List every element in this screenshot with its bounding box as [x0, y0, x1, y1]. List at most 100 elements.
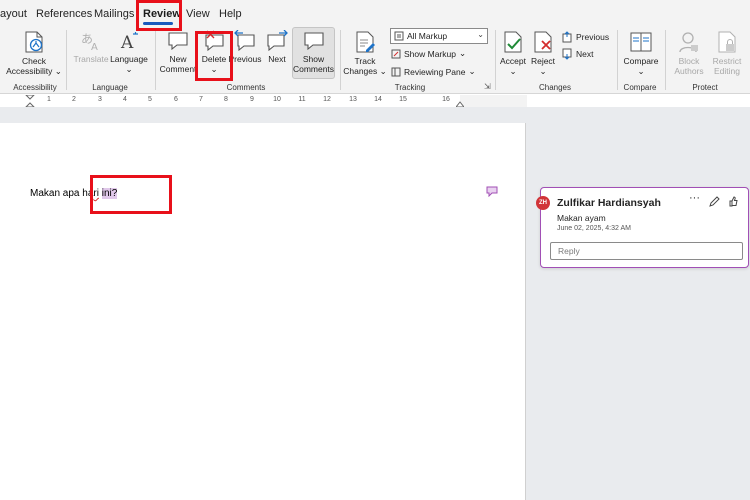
right-indent-marker-icon[interactable]: [456, 97, 464, 107]
language-label: Language: [110, 54, 148, 64]
ruler-number: 10: [273, 96, 281, 103]
tab-view[interactable]: View: [186, 8, 210, 20]
ruler-number: 2: [72, 96, 76, 103]
block-authors-label-2: Authors: [674, 66, 704, 76]
highlight-box-commented-text: [90, 175, 172, 214]
dialog-launcher-icon[interactable]: ⇲: [484, 82, 491, 91]
ruler-text-area: [0, 95, 460, 107]
comment-text: Makan ayam: [557, 213, 606, 223]
reviewing-pane-label: Reviewing Pane: [404, 66, 466, 77]
comment-author: Zulfikar Hardiansyah: [557, 197, 661, 209]
reject-icon: [534, 31, 552, 53]
translate-label: Translate: [73, 54, 109, 64]
highlight-box-review-tab: [136, 0, 182, 31]
document-text: Makan apa ha: [30, 188, 94, 199]
group-label-language: Language: [92, 83, 128, 92]
show-markup-button[interactable]: Show Markup ⌄: [391, 48, 466, 59]
tab-help[interactable]: Help: [219, 8, 242, 20]
group-label-accessibility: Accessibility: [13, 83, 57, 92]
reject-label: Reject: [530, 56, 556, 66]
ruler-number: 11: [298, 96, 306, 103]
tab-mailings[interactable]: Mailings: [94, 8, 134, 20]
ruler-number: 8: [224, 96, 228, 103]
previous-change-button[interactable]: Previous: [561, 31, 609, 43]
show-comments-label-2: Comments: [292, 64, 335, 74]
highlight-box-delete-button: [195, 31, 233, 81]
chevron-down-icon: ⌄: [539, 66, 547, 76]
language-button[interactable]: A Language ⌄: [109, 30, 149, 74]
compare-label: Compare: [623, 56, 659, 66]
block-authors-button[interactable]: Block Authors: [668, 30, 710, 76]
document-page[interactable]: [0, 123, 526, 500]
ruler-number: 14: [374, 96, 382, 103]
ruler-number: 4: [123, 96, 127, 103]
chevron-down-icon: ⌄: [379, 66, 387, 76]
track-changes-button[interactable]: Track Changes ⌄: [343, 30, 387, 76]
reply-input[interactable]: Reply: [550, 242, 743, 260]
new-comment-label-1: New: [169, 54, 187, 64]
group-label-protect: Protect: [692, 83, 718, 92]
indent-marker-icon[interactable]: [25, 95, 35, 107]
chevron-down-icon: ⌄: [637, 66, 645, 76]
ruler-number: 5: [148, 96, 152, 103]
group-divider: [66, 30, 67, 90]
chevron-down-icon: ⌄: [54, 66, 62, 76]
show-comments-content: Show Comments: [292, 30, 335, 74]
chevron-down-icon: ⌄: [468, 66, 476, 76]
check-label-2: Accessibility: [6, 66, 53, 76]
like-icon[interactable]: [728, 196, 739, 207]
reviewing-pane-button[interactable]: Reviewing Pane ⌄: [391, 66, 476, 77]
group-label-compare: Compare: [623, 83, 657, 92]
comment-card[interactable]: ZH Zulfikar Hardiansyah ··· Makan ayam J…: [536, 187, 749, 268]
reviewing-pane-icon: [391, 67, 401, 76]
new-comment-label-2: Comment: [159, 64, 197, 74]
next-label: Next: [268, 54, 286, 64]
next-change-icon: [562, 48, 572, 60]
next-comment-icon: [267, 30, 288, 52]
previous-change-label: Previous: [576, 32, 610, 42]
ruler-number: 3: [98, 96, 102, 103]
next-change-label: Next: [576, 49, 594, 59]
horizontal-ruler: 1 2 3 4 5 6 7 8 9 10 11 12 13 14 15 16: [0, 95, 527, 107]
group-divider: [495, 30, 496, 90]
compare-button[interactable]: Compare ⌄: [620, 30, 662, 76]
accessibility-icon: [25, 31, 43, 53]
next-change-button[interactable]: Next: [561, 48, 593, 60]
comment-marker-icon[interactable]: [486, 186, 498, 197]
group-label-comments: Comments: [226, 83, 266, 92]
restrict-editing-icon: [718, 31, 736, 53]
next-comment-button[interactable]: Next: [262, 30, 292, 64]
translate-icon: あ A: [81, 32, 98, 52]
accept-label: Accept: [500, 56, 526, 66]
edit-icon[interactable]: [709, 196, 720, 207]
group-divider: [340, 30, 341, 90]
accept-icon: [504, 31, 522, 53]
compare-icon: [630, 32, 652, 52]
language-icon: A: [120, 32, 138, 52]
markup-select-value: All Markup: [407, 31, 448, 41]
ruler-number: 7: [199, 96, 203, 103]
track-changes-label-1: Track: [354, 56, 376, 66]
show-comments-icon: [303, 32, 324, 51]
reject-button[interactable]: Reject ⌄: [528, 30, 558, 76]
ruler-number: 1: [47, 96, 51, 103]
markup-icon: [394, 31, 404, 41]
tab-references[interactable]: References: [36, 8, 92, 20]
tab-layout[interactable]: ayout: [0, 8, 27, 20]
restrict-editing-button[interactable]: Restrict Editing: [706, 30, 748, 76]
new-comment-button[interactable]: New Comment: [158, 30, 198, 74]
markup-select[interactable]: All Markup ⌄: [390, 28, 488, 44]
ruler-number: 12: [323, 96, 331, 103]
translate-button[interactable]: あ A Translate: [71, 30, 111, 64]
group-divider: [665, 30, 666, 90]
show-comments-label-1: Show: [302, 54, 325, 64]
accept-button[interactable]: Accept ⌄: [498, 30, 528, 76]
previous-label: Previous: [228, 54, 262, 64]
check-accessibility-button[interactable]: Check Accessibility ⌄: [6, 30, 62, 76]
group-label-tracking: Tracking: [394, 83, 426, 92]
ribbon-tabs: ayout References Mailings Review View He…: [0, 0, 750, 26]
chevron-down-icon: ⌄: [477, 30, 484, 39]
more-options-icon[interactable]: ···: [689, 192, 700, 204]
block-authors-icon: [679, 32, 698, 53]
svg-text:A: A: [120, 33, 134, 52]
